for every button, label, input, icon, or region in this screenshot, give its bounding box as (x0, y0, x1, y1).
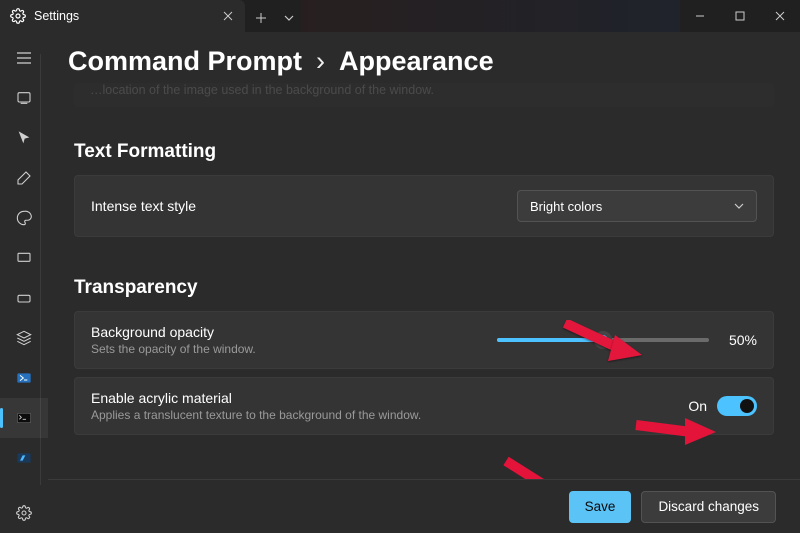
footer: Save Discard changes (48, 479, 800, 533)
close-window-button[interactable] (760, 0, 800, 32)
setting-enable-acrylic: Enable acrylic material Applies a transl… (74, 377, 774, 435)
settings-scroll-area[interactable]: …location of the image used in the backg… (48, 83, 800, 479)
chevron-down-icon (734, 203, 744, 209)
discard-button[interactable]: Discard changes (641, 491, 776, 523)
tab-settings[interactable]: Settings (0, 0, 245, 32)
tab-dropdown-button[interactable] (277, 6, 301, 30)
breadcrumb-page[interactable]: Appearance (339, 46, 494, 77)
tab-title: Settings (34, 9, 213, 23)
opacity-slider[interactable] (497, 338, 709, 342)
tab-close-icon[interactable] (221, 9, 235, 23)
window-controls (680, 0, 800, 32)
acrylic-toggle[interactable] (717, 396, 757, 416)
setting-desc: Sets the opacity of the window. (91, 342, 497, 356)
setting-desc: Applies a translucent texture to the bac… (91, 408, 688, 422)
tab-controls (245, 0, 301, 32)
acrylic-toggle-wrap: On (688, 396, 757, 416)
save-button[interactable]: Save (569, 491, 632, 523)
toggle-knob (740, 399, 754, 413)
opacity-slider-wrap: 50% (497, 332, 757, 348)
opacity-value: 50% (721, 332, 757, 348)
partial-row-above: …location of the image used in the backg… (74, 83, 774, 107)
setting-background-opacity: Background opacity Sets the opacity of t… (74, 311, 774, 369)
dropdown-value: Bright colors (530, 199, 602, 214)
gear-icon (10, 8, 26, 24)
breadcrumb: Command Prompt › Appearance (48, 32, 800, 83)
breadcrumb-profile[interactable]: Command Prompt (68, 46, 302, 77)
new-tab-button[interactable] (245, 6, 277, 30)
minimize-button[interactable] (680, 0, 720, 32)
section-title-transparency: Transparency (74, 277, 774, 299)
setting-label: Intense text style (91, 198, 517, 214)
sidebar-settings-button[interactable] (0, 493, 48, 533)
sidebar (0, 32, 48, 533)
main-content: Command Prompt › Appearance …location of… (48, 32, 800, 533)
section-title-text-formatting: Text Formatting (74, 141, 774, 163)
setting-intense-text-style[interactable]: Intense text style Bright colors (74, 175, 774, 237)
titlebar: Settings (0, 0, 800, 32)
app-body: Command Prompt › Appearance …location of… (0, 32, 800, 533)
annotation-arrow-3 (498, 453, 588, 479)
chevron-right-icon: › (316, 46, 325, 77)
setting-label: Background opacity (91, 324, 497, 340)
slider-fill (497, 338, 603, 342)
intense-text-dropdown[interactable]: Bright colors (517, 190, 757, 222)
slider-thumb[interactable] (594, 331, 612, 349)
toggle-state-label: On (688, 398, 707, 414)
maximize-button[interactable] (720, 0, 760, 32)
setting-label: Enable acrylic material (91, 390, 688, 406)
titlebar-drag-area[interactable] (301, 0, 680, 32)
